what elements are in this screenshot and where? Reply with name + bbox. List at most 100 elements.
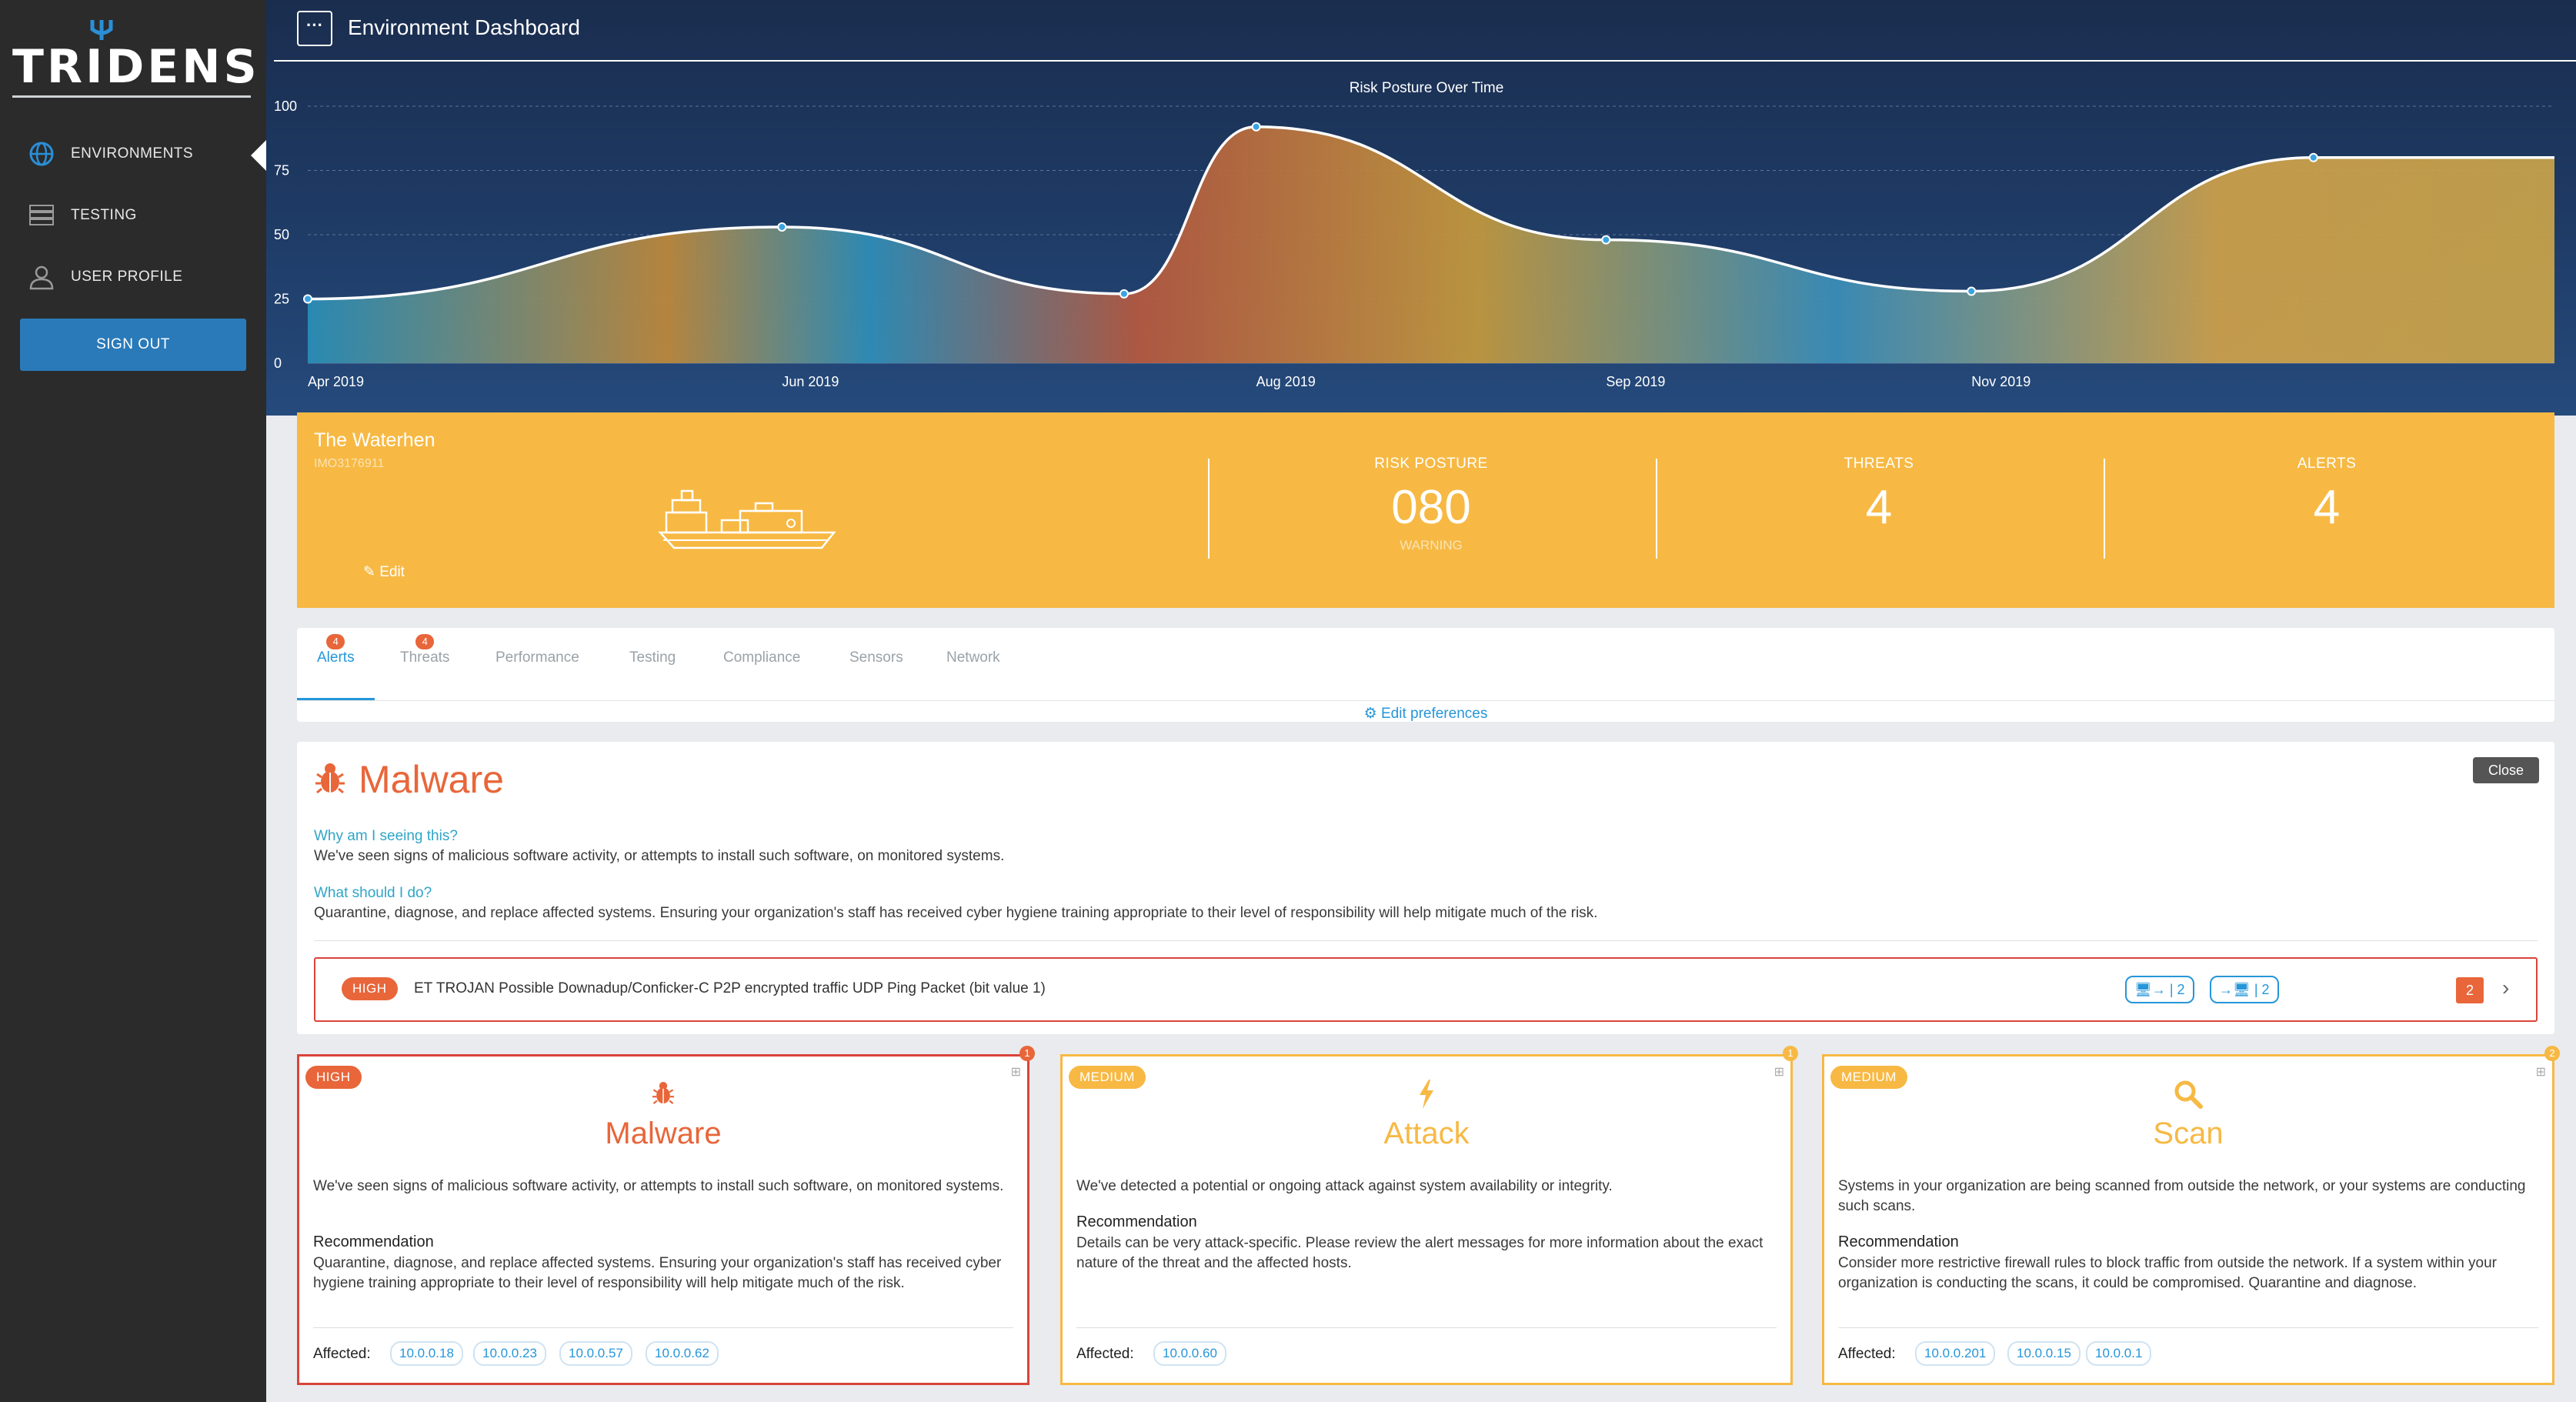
sidebar-item-testing[interactable]: TESTING — [0, 192, 266, 239]
category-card-attack[interactable]: 1 ⊞ MEDIUM Attack We've detected a poten… — [1060, 1046, 1798, 1385]
risk-posture-chart: Risk Posture Over Time 0 25 50 75 100 Apr 20… — [274, 80, 2554, 389]
affected-ip[interactable]: 10.0.0.18 — [390, 1341, 463, 1366]
affected-ip[interactable]: 10.0.0.15 — [2007, 1341, 2080, 1366]
vessel-id: IMO3176911 — [314, 457, 385, 470]
edit-label: Edit — [379, 564, 405, 580]
affected-ip[interactable]: 10.0.0.57 — [559, 1341, 632, 1366]
tab-bar: 4 Alerts 4 Threats Performance Testing C… — [297, 628, 2554, 722]
affected-label: Affected: — [1076, 1346, 1134, 1362]
data-point[interactable] — [777, 222, 787, 232]
pencil-icon: ✎ — [363, 564, 375, 580]
affected-ip[interactable]: 10.0.0.60 — [1153, 1341, 1226, 1366]
x-tick-label: Jun 2019 — [782, 374, 839, 389]
tab-testing[interactable]: Testing — [629, 649, 676, 700]
user-icon — [26, 262, 57, 292]
stat-label: ALERTS — [2297, 456, 2357, 472]
page-title: Environment Dashboard — [348, 15, 580, 39]
edit-preferences-link[interactable]: ⚙ Edit preferences — [297, 705, 2554, 723]
source-count: 2 — [2177, 982, 2185, 997]
y-tick-label: 0 — [274, 356, 282, 371]
tab-compliance[interactable]: Compliance — [723, 649, 800, 700]
source-hosts-badge[interactable]: 🖥→ | 2 — [2125, 976, 2194, 1003]
lightning-icon — [1063, 1080, 1790, 1113]
menu-button[interactable]: ··· — [297, 11, 332, 46]
category-card-scan[interactable]: 2 ⊞ MEDIUM Scan Systems in your organiza… — [1822, 1046, 2560, 1385]
what-answer: Quarantine, diagnose, and replace affect… — [314, 905, 1598, 921]
card-divider — [1076, 1327, 1777, 1328]
header: ··· Environment Dashboard Risk Posture O… — [266, 0, 2576, 416]
header-divider — [274, 60, 2576, 62]
tab-performance[interactable]: Performance — [496, 649, 579, 700]
recommendation-text: Details can be very attack-specific. Ple… — [1076, 1235, 1763, 1271]
sidebar-item-environments[interactable]: ENVIRONMENTS — [0, 131, 266, 177]
why-question: Why am I seeing this? — [314, 828, 458, 844]
why-answer: We've seen signs of malicious software a… — [314, 848, 1005, 864]
edit-preferences-label: Edit preferences — [1380, 706, 1488, 722]
stat-label: THREATS — [1844, 456, 1914, 472]
tab-network[interactable]: Network — [946, 649, 1000, 700]
data-point[interactable] — [2308, 152, 2318, 162]
tab-sensors[interactable]: Sensors — [849, 649, 903, 700]
stat-value: 080 — [1391, 481, 1471, 534]
tab-label: Alerts — [317, 649, 355, 666]
x-tick-label: Aug 2019 — [1256, 374, 1316, 389]
card-title: Scan — [2153, 1117, 2224, 1150]
affected-ip[interactable]: 10.0.0.23 — [473, 1341, 546, 1366]
affected-label: Affected: — [313, 1346, 371, 1362]
card-description: We've seen signs of malicious software a… — [313, 1178, 1004, 1194]
bug-icon — [315, 763, 345, 794]
chevron-right-icon[interactable]: › — [2502, 976, 2509, 1000]
data-point[interactable] — [1119, 289, 1129, 299]
chart-title: Risk Posture Over Time — [1350, 80, 1504, 96]
active-indicator — [251, 140, 266, 171]
y-tick-label: 25 — [274, 292, 289, 307]
card-description: Systems in your organization are being s… — [1838, 1178, 2526, 1214]
stat-alerts: ALERTS 4 — [2105, 456, 2548, 535]
sign-out-button[interactable]: SIGN OUT — [20, 319, 246, 371]
tab-badge: 4 — [326, 634, 345, 649]
panel-divider — [314, 940, 2538, 941]
tab-alerts[interactable]: 4 Alerts — [297, 634, 374, 700]
x-tick-label: Apr 2019 — [308, 374, 364, 389]
bug-icon — [299, 1080, 1027, 1110]
recommendation-heading: Recommendation — [1076, 1213, 1197, 1230]
edit-vessel-link[interactable]: ✎ Edit — [363, 563, 405, 581]
card-count-badge: 1 — [1019, 1046, 1035, 1061]
recommendation-heading: Recommendation — [1838, 1233, 1959, 1250]
tab-divider — [297, 700, 2554, 701]
y-tick-label: 50 — [274, 227, 289, 242]
stat-risk-posture: RISK POSTURE 080 WARNING — [1210, 456, 1653, 553]
affected-ip[interactable]: 10.0.0.62 — [646, 1341, 719, 1366]
affected-ip[interactable]: 10.0.0.1 — [2086, 1341, 2152, 1366]
sidebar-item-label: USER PROFILE — [71, 269, 183, 285]
recommendation-text: Quarantine, diagnose, and replace affect… — [313, 1255, 1002, 1291]
card-description: We've detected a potential or ongoing at… — [1076, 1178, 1613, 1194]
card-count-badge: 2 — [2544, 1046, 2560, 1061]
card-title: Malware — [605, 1117, 722, 1150]
alert-row[interactable]: HIGH ET TROJAN Possible Downadup/Confick… — [314, 957, 2538, 1022]
expand-icon[interactable]: ⊞ — [1011, 1064, 1021, 1080]
card-divider — [313, 1327, 1013, 1328]
expand-icon[interactable]: ⊞ — [2536, 1064, 2546, 1080]
severity-badge: HIGH — [342, 977, 398, 1000]
expand-icon[interactable]: ⊞ — [1774, 1064, 1784, 1080]
data-point[interactable] — [1601, 235, 1611, 245]
data-point[interactable] — [1251, 122, 1261, 132]
tridens-logo[interactable]: TRIDENS — [12, 17, 257, 100]
card-count-badge: 1 — [1783, 1046, 1798, 1061]
tab-threats[interactable]: 4 Threats — [400, 634, 449, 700]
destination-hosts-badge[interactable]: →🖥 | 2 — [2210, 976, 2279, 1003]
tab-label: Performance — [496, 649, 579, 666]
gear-icon: ⚙ — [1363, 706, 1377, 722]
stat-threats: THREATS 4 — [1657, 456, 2101, 535]
data-point[interactable] — [1967, 286, 1977, 296]
affected-ip[interactable]: 10.0.0.201 — [1915, 1341, 1996, 1366]
close-button[interactable]: Close — [2473, 757, 2539, 783]
data-point[interactable] — [303, 294, 312, 304]
panel-title: Malware — [359, 758, 504, 801]
logo-underline — [12, 95, 251, 98]
alert-count-badge: 2 — [2456, 977, 2484, 1003]
tab-label: Testing — [629, 649, 676, 666]
sidebar-item-user-profile[interactable]: USER PROFILE — [0, 254, 266, 300]
category-card-malware[interactable]: 1 ⊞ HIGH Malware We've seen signs of mal… — [297, 1046, 1035, 1385]
